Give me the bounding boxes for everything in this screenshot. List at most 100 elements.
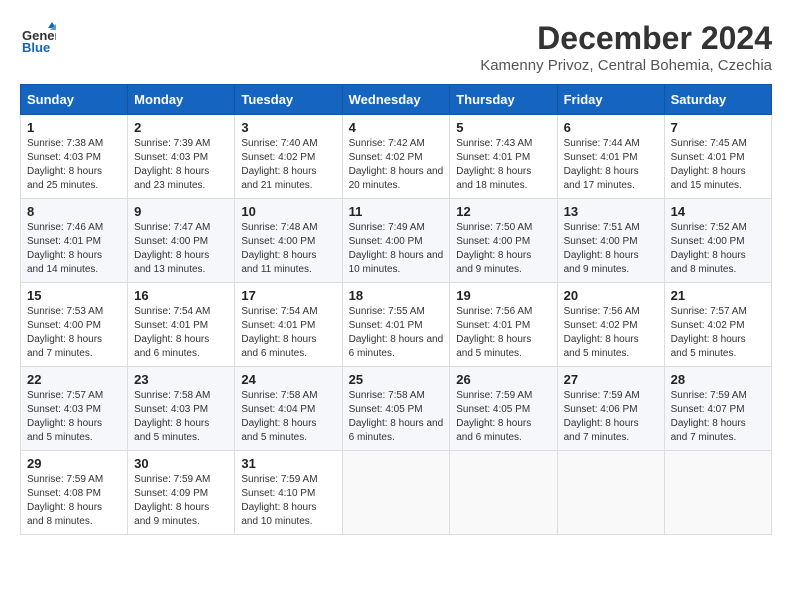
calendar-day-cell: 9 Sunrise: 7:47 AMSunset: 4:00 PMDayligh… (128, 199, 235, 283)
day-number: 28 (671, 372, 765, 387)
day-number: 6 (564, 120, 658, 135)
day-info: Sunrise: 7:39 AMSunset: 4:03 PMDaylight:… (134, 138, 210, 191)
day-number: 22 (27, 372, 121, 387)
weekday-header: Saturday (664, 85, 771, 115)
calendar-week-row: 1 Sunrise: 7:38 AMSunset: 4:03 PMDayligh… (21, 115, 772, 199)
day-number: 23 (134, 372, 228, 387)
calendar-day-cell: 3 Sunrise: 7:40 AMSunset: 4:02 PMDayligh… (235, 115, 342, 199)
calendar-day-cell (342, 451, 450, 535)
day-number: 31 (241, 456, 335, 471)
calendar-day-cell: 10 Sunrise: 7:48 AMSunset: 4:00 PMDaylig… (235, 199, 342, 283)
day-number: 7 (671, 120, 765, 135)
calendar-day-cell: 6 Sunrise: 7:44 AMSunset: 4:01 PMDayligh… (557, 115, 664, 199)
day-info: Sunrise: 7:53 AMSunset: 4:00 PMDaylight:… (27, 306, 103, 359)
day-info: Sunrise: 7:48 AMSunset: 4:00 PMDaylight:… (241, 222, 317, 275)
calendar-day-cell (664, 451, 771, 535)
calendar-day-cell: 23 Sunrise: 7:58 AMSunset: 4:03 PMDaylig… (128, 367, 235, 451)
day-info: Sunrise: 7:56 AMSunset: 4:02 PMDaylight:… (564, 306, 640, 359)
logo-icon: General Blue (20, 20, 56, 56)
day-info: Sunrise: 7:58 AMSunset: 4:03 PMDaylight:… (134, 390, 210, 443)
day-number: 13 (564, 204, 658, 219)
day-number: 9 (134, 204, 228, 219)
month-title: December 2024 (480, 20, 772, 57)
day-number: 1 (27, 120, 121, 135)
calendar-day-cell: 7 Sunrise: 7:45 AMSunset: 4:01 PMDayligh… (664, 115, 771, 199)
day-number: 29 (27, 456, 121, 471)
page-header: General Blue December 2024 Kamenny Privo… (20, 20, 772, 74)
day-info: Sunrise: 7:59 AMSunset: 4:07 PMDaylight:… (671, 390, 747, 443)
day-info: Sunrise: 7:56 AMSunset: 4:01 PMDaylight:… (456, 306, 532, 359)
calendar-day-cell: 26 Sunrise: 7:59 AMSunset: 4:05 PMDaylig… (450, 367, 557, 451)
weekday-header: Friday (557, 85, 664, 115)
day-info: Sunrise: 7:59 AMSunset: 4:08 PMDaylight:… (27, 474, 103, 527)
calendar-day-cell: 5 Sunrise: 7:43 AMSunset: 4:01 PMDayligh… (450, 115, 557, 199)
svg-text:Blue: Blue (22, 40, 50, 55)
calendar-week-row: 29 Sunrise: 7:59 AMSunset: 4:08 PMDaylig… (21, 451, 772, 535)
calendar-day-cell: 31 Sunrise: 7:59 AMSunset: 4:10 PMDaylig… (235, 451, 342, 535)
day-info: Sunrise: 7:51 AMSunset: 4:00 PMDaylight:… (564, 222, 640, 275)
calendar-day-cell: 13 Sunrise: 7:51 AMSunset: 4:00 PMDaylig… (557, 199, 664, 283)
calendar-week-row: 15 Sunrise: 7:53 AMSunset: 4:00 PMDaylig… (21, 283, 772, 367)
day-number: 18 (349, 288, 444, 303)
calendar-day-cell: 11 Sunrise: 7:49 AMSunset: 4:00 PMDaylig… (342, 199, 450, 283)
day-number: 21 (671, 288, 765, 303)
day-number: 11 (349, 204, 444, 219)
day-info: Sunrise: 7:59 AMSunset: 4:06 PMDaylight:… (564, 390, 640, 443)
day-info: Sunrise: 7:54 AMSunset: 4:01 PMDaylight:… (134, 306, 210, 359)
calendar-table: SundayMondayTuesdayWednesdayThursdayFrid… (20, 84, 772, 535)
day-number: 3 (241, 120, 335, 135)
calendar-day-cell (557, 451, 664, 535)
day-info: Sunrise: 7:57 AMSunset: 4:03 PMDaylight:… (27, 390, 103, 443)
calendar-day-cell: 30 Sunrise: 7:59 AMSunset: 4:09 PMDaylig… (128, 451, 235, 535)
day-info: Sunrise: 7:57 AMSunset: 4:02 PMDaylight:… (671, 306, 747, 359)
calendar-day-cell: 25 Sunrise: 7:58 AMSunset: 4:05 PMDaylig… (342, 367, 450, 451)
calendar-day-cell: 20 Sunrise: 7:56 AMSunset: 4:02 PMDaylig… (557, 283, 664, 367)
calendar-day-cell: 4 Sunrise: 7:42 AMSunset: 4:02 PMDayligh… (342, 115, 450, 199)
calendar-day-cell: 29 Sunrise: 7:59 AMSunset: 4:08 PMDaylig… (21, 451, 128, 535)
weekday-header: Thursday (450, 85, 557, 115)
day-number: 25 (349, 372, 444, 387)
calendar-day-cell: 2 Sunrise: 7:39 AMSunset: 4:03 PMDayligh… (128, 115, 235, 199)
calendar-week-row: 8 Sunrise: 7:46 AMSunset: 4:01 PMDayligh… (21, 199, 772, 283)
day-info: Sunrise: 7:40 AMSunset: 4:02 PMDaylight:… (241, 138, 317, 191)
day-info: Sunrise: 7:46 AMSunset: 4:01 PMDaylight:… (27, 222, 103, 275)
day-number: 12 (456, 204, 550, 219)
day-info: Sunrise: 7:59 AMSunset: 4:10 PMDaylight:… (241, 474, 317, 527)
day-number: 8 (27, 204, 121, 219)
day-info: Sunrise: 7:44 AMSunset: 4:01 PMDaylight:… (564, 138, 640, 191)
day-number: 24 (241, 372, 335, 387)
day-number: 27 (564, 372, 658, 387)
logo: General Blue (20, 20, 56, 56)
day-number: 16 (134, 288, 228, 303)
calendar-day-cell: 19 Sunrise: 7:56 AMSunset: 4:01 PMDaylig… (450, 283, 557, 367)
day-number: 20 (564, 288, 658, 303)
day-number: 10 (241, 204, 335, 219)
calendar-day-cell: 28 Sunrise: 7:59 AMSunset: 4:07 PMDaylig… (664, 367, 771, 451)
calendar-day-cell (450, 451, 557, 535)
weekday-header: Wednesday (342, 85, 450, 115)
day-info: Sunrise: 7:50 AMSunset: 4:00 PMDaylight:… (456, 222, 532, 275)
calendar-day-cell: 1 Sunrise: 7:38 AMSunset: 4:03 PMDayligh… (21, 115, 128, 199)
day-number: 15 (27, 288, 121, 303)
day-info: Sunrise: 7:58 AMSunset: 4:05 PMDaylight:… (349, 390, 444, 443)
day-number: 4 (349, 120, 444, 135)
day-number: 19 (456, 288, 550, 303)
location: Kamenny Privoz, Central Bohemia, Czechia (480, 57, 772, 74)
day-info: Sunrise: 7:58 AMSunset: 4:04 PMDaylight:… (241, 390, 317, 443)
day-number: 30 (134, 456, 228, 471)
weekday-header: Monday (128, 85, 235, 115)
calendar-day-cell: 27 Sunrise: 7:59 AMSunset: 4:06 PMDaylig… (557, 367, 664, 451)
calendar-day-cell: 14 Sunrise: 7:52 AMSunset: 4:00 PMDaylig… (664, 199, 771, 283)
weekday-header: Tuesday (235, 85, 342, 115)
day-info: Sunrise: 7:49 AMSunset: 4:00 PMDaylight:… (349, 222, 444, 275)
day-info: Sunrise: 7:55 AMSunset: 4:01 PMDaylight:… (349, 306, 444, 359)
day-info: Sunrise: 7:42 AMSunset: 4:02 PMDaylight:… (349, 138, 444, 191)
calendar-day-cell: 16 Sunrise: 7:54 AMSunset: 4:01 PMDaylig… (128, 283, 235, 367)
day-info: Sunrise: 7:59 AMSunset: 4:09 PMDaylight:… (134, 474, 210, 527)
calendar-day-cell: 15 Sunrise: 7:53 AMSunset: 4:00 PMDaylig… (21, 283, 128, 367)
day-number: 26 (456, 372, 550, 387)
calendar-day-cell: 22 Sunrise: 7:57 AMSunset: 4:03 PMDaylig… (21, 367, 128, 451)
calendar-day-cell: 21 Sunrise: 7:57 AMSunset: 4:02 PMDaylig… (664, 283, 771, 367)
calendar-day-cell: 18 Sunrise: 7:55 AMSunset: 4:01 PMDaylig… (342, 283, 450, 367)
calendar-day-cell: 17 Sunrise: 7:54 AMSunset: 4:01 PMDaylig… (235, 283, 342, 367)
